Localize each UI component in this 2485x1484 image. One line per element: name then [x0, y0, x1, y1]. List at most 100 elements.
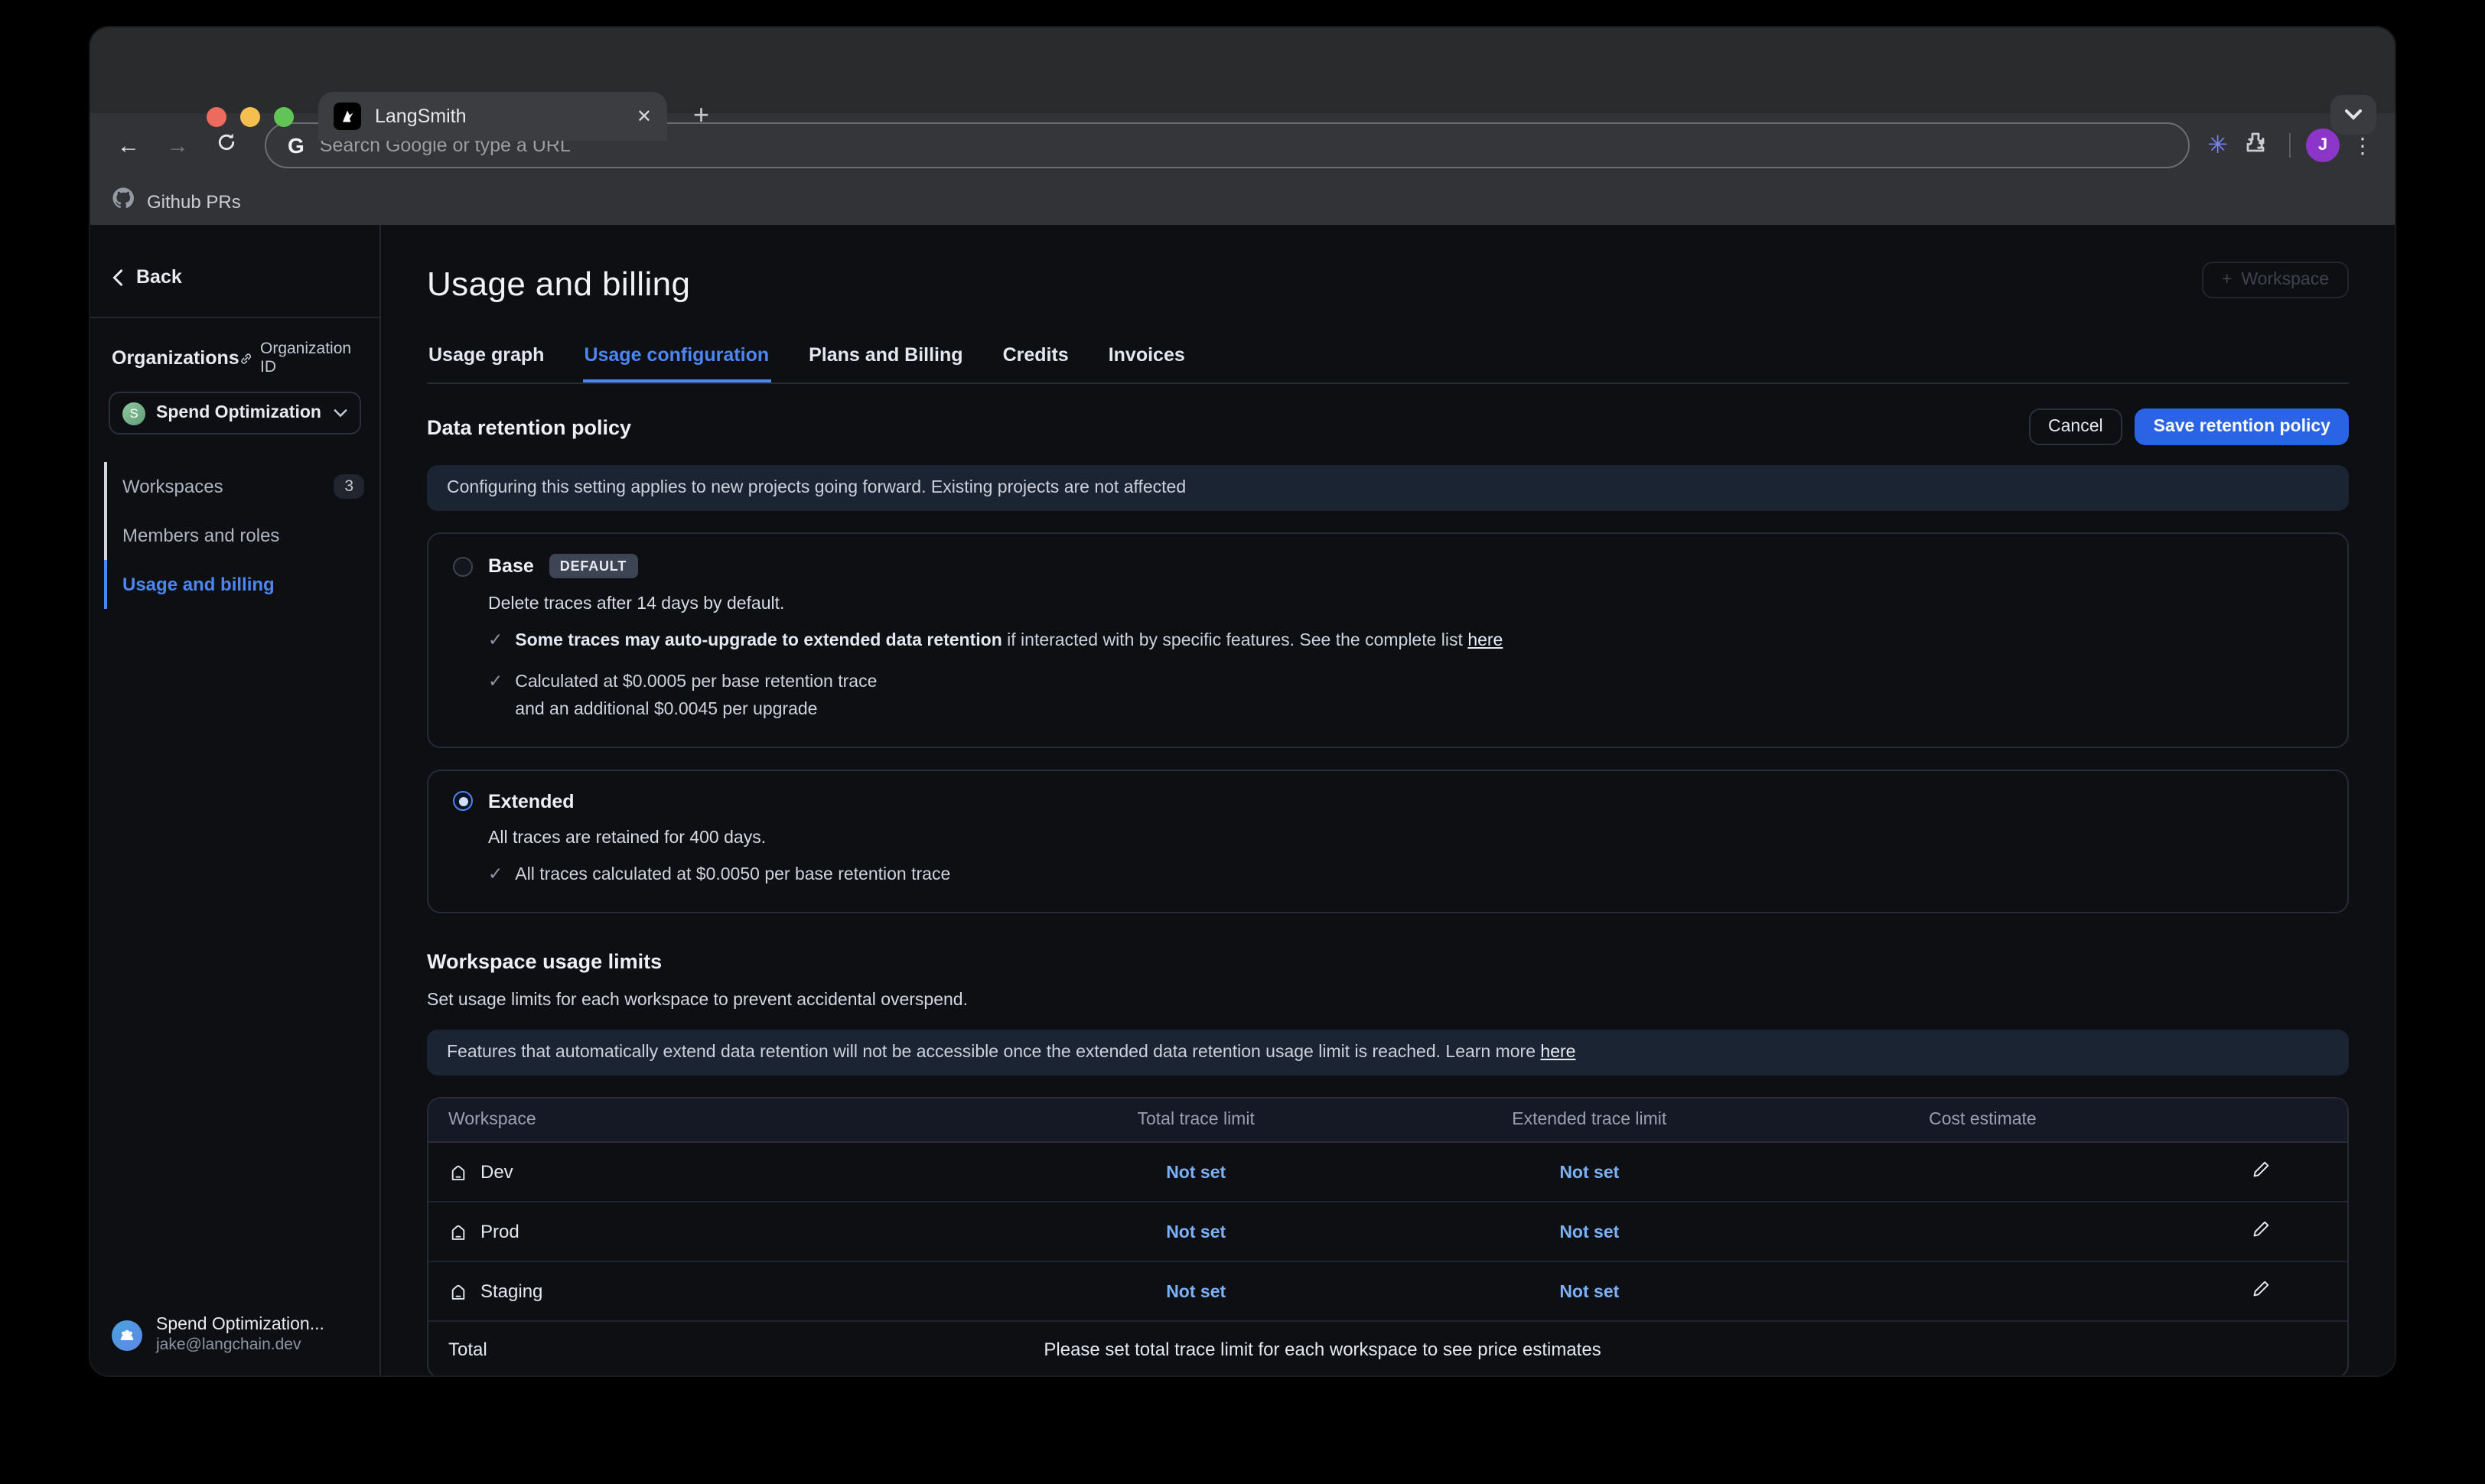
browser-tab-langsmith[interactable]: LangSmith ✕ — [318, 92, 667, 141]
minimize-window-button[interactable] — [240, 107, 260, 127]
tab-usage-configuration[interactable]: Usage configuration — [582, 335, 770, 382]
limits-subtext: Set usage limits for each workspace to p… — [427, 991, 2349, 1010]
organization-selector[interactable]: S Spend Optimization Tu... — [109, 392, 361, 434]
extensions-puzzle-icon[interactable] — [2243, 129, 2268, 161]
limits-info-banner: Features that automatically extend data … — [427, 1030, 2349, 1076]
retention-info-banner: Configuring this setting applies to new … — [427, 465, 2349, 511]
back-label: Back — [136, 266, 182, 288]
prod-extended-limit-link[interactable]: Not set — [1559, 1224, 1619, 1242]
complete-list-link[interactable]: here — [1467, 632, 1503, 650]
user-email: jake@langchain.dev — [156, 1336, 324, 1354]
org-selected-name: Spend Optimization Tu... — [156, 404, 323, 422]
plus-icon: + — [2222, 271, 2232, 289]
maximize-window-button[interactable] — [274, 107, 294, 127]
back-button[interactable]: Back — [90, 255, 379, 298]
save-retention-policy-button[interactable]: Save retention policy — [2135, 408, 2349, 445]
edit-pencil-icon[interactable] — [2251, 1219, 2271, 1244]
total-label: Total — [428, 1322, 1004, 1375]
base-radio-button[interactable] — [453, 556, 473, 576]
forward-icon: → — [158, 132, 197, 158]
dev-total-limit-link[interactable]: Not set — [1166, 1164, 1226, 1183]
org-avatar: S — [122, 402, 145, 425]
edit-pencil-icon[interactable] — [2251, 1160, 2271, 1184]
google-icon: G — [288, 133, 305, 158]
sidebar-divider — [90, 317, 379, 318]
workspace-name: Staging — [480, 1281, 542, 1302]
default-badge: DEFAULT — [549, 554, 637, 578]
base-description: Delete traces after 14 days by default. — [488, 595, 2323, 613]
github-icon — [112, 186, 135, 216]
workspace-name: Prod — [480, 1221, 519, 1242]
tab-invoices[interactable]: Invoices — [1107, 335, 1187, 382]
bookmarks-bar: Github PRs — [90, 177, 2395, 225]
prod-total-limit-link[interactable]: Not set — [1166, 1224, 1226, 1242]
check-icon: ✓ — [488, 671, 503, 724]
chevron-left-icon — [112, 268, 124, 285]
col-actions — [2174, 1098, 2347, 1143]
tab-strip: LangSmith ✕ + — [90, 28, 2395, 113]
toolbar-divider — [2289, 133, 2291, 158]
sidebar-item-members-and-roles[interactable]: Members and roles — [104, 511, 379, 560]
team-avatar — [112, 1320, 142, 1350]
close-window-button[interactable] — [207, 107, 226, 127]
learn-more-link[interactable]: here — [1540, 1043, 1575, 1062]
workspace-name: Dev — [480, 1161, 513, 1183]
sidebar-nav: Workspaces 3 Members and roles Usage and… — [90, 462, 379, 609]
new-tab-button[interactable]: + — [693, 101, 709, 129]
extended-bullet: ✓ All traces calculated at $0.0050 per b… — [488, 863, 2323, 890]
dev-extended-limit-link[interactable]: Not set — [1559, 1164, 1619, 1183]
table-row-staging: Staging Not set Not set — [428, 1262, 2347, 1322]
organizations-label: Organizations — [112, 347, 239, 369]
langsmith-extension-icon[interactable]: ✳ — [2207, 130, 2228, 161]
tab-credits[interactable]: Credits — [1001, 335, 1070, 382]
sidebar-item-usage-and-billing[interactable]: Usage and billing — [104, 560, 379, 609]
link-icon — [239, 350, 254, 366]
screen: LangSmith ✕ + ← → G ✳ J ⋮ — [0, 0, 2485, 1484]
extended-option-title: Extended — [488, 791, 575, 812]
workspace-icon — [448, 1162, 468, 1182]
tab-plans-and-billing[interactable]: Plans and Billing — [807, 335, 964, 382]
cancel-button[interactable]: Cancel — [2028, 408, 2123, 445]
browser-window: LangSmith ✕ + ← → G ✳ J ⋮ — [90, 28, 2395, 1375]
langsmith-favicon-icon — [334, 103, 361, 130]
base-option-title: Base — [488, 555, 534, 577]
sidebar-item-workspaces[interactable]: Workspaces 3 — [104, 462, 379, 511]
col-total-trace-limit: Total trace limit — [1004, 1098, 1388, 1143]
bookmark-github-prs[interactable]: Github PRs — [147, 190, 241, 212]
edit-pencil-icon[interactable] — [2251, 1279, 2271, 1303]
browser-profile-avatar[interactable]: J — [2306, 129, 2340, 162]
tab-title: LangSmith — [375, 106, 623, 127]
base-retention-option-card[interactable]: Base DEFAULT Delete traces after 14 days… — [427, 532, 2349, 748]
staging-total-limit-link[interactable]: Not set — [1166, 1284, 1226, 1302]
reload-icon[interactable] — [207, 132, 246, 159]
extended-retention-option-card[interactable]: Extended All traces are retained for 400… — [427, 770, 2349, 914]
extended-radio-button[interactable] — [453, 792, 473, 812]
workspace-limits-table: Workspace Total trace limit Extended tra… — [427, 1097, 2349, 1375]
user-account[interactable]: Spend Optimization... jake@langchain.dev — [112, 1316, 324, 1354]
staging-extended-limit-link[interactable]: Not set — [1559, 1284, 1619, 1302]
check-icon: ✓ — [488, 863, 503, 890]
back-icon[interactable]: ← — [109, 132, 148, 158]
table-row-dev: Dev Not set Not set — [428, 1143, 2347, 1202]
base-bullet-2: ✓ Calculated at $0.0005 per base retenti… — [488, 671, 2323, 724]
tab-search-chevron-button[interactable] — [2330, 95, 2376, 135]
workspace-icon — [448, 1281, 468, 1301]
page-title: Usage and billing — [427, 265, 2349, 304]
window-controls — [207, 107, 294, 127]
tab-usage-graph[interactable]: Usage graph — [427, 335, 546, 382]
base-bullet-1: ✓ Some traces may auto-upgrade to extend… — [488, 629, 2323, 656]
extended-description: All traces are retained for 400 days. — [488, 829, 2323, 848]
main-content: Usage and billing + Workspace Usage grap… — [381, 225, 2395, 1375]
sidebar: Back Organizations Organization ID S Spe… — [90, 225, 381, 1375]
table-row-prod: Prod Not set Not set — [428, 1202, 2347, 1262]
chevron-down-icon — [334, 408, 347, 418]
workspace-icon — [448, 1222, 468, 1242]
tab-close-icon[interactable]: ✕ — [637, 106, 652, 127]
add-workspace-button[interactable]: + Workspace — [2202, 262, 2349, 298]
browser-menu-icon[interactable]: ⋮ — [2349, 132, 2376, 158]
user-org-name: Spend Optimization... — [156, 1316, 324, 1334]
col-cost-estimate: Cost estimate — [1791, 1098, 2175, 1143]
limits-heading: Workspace usage limits — [427, 950, 2349, 973]
col-workspace: Workspace — [428, 1098, 1004, 1143]
organization-id-link[interactable]: Organization ID — [239, 340, 358, 376]
